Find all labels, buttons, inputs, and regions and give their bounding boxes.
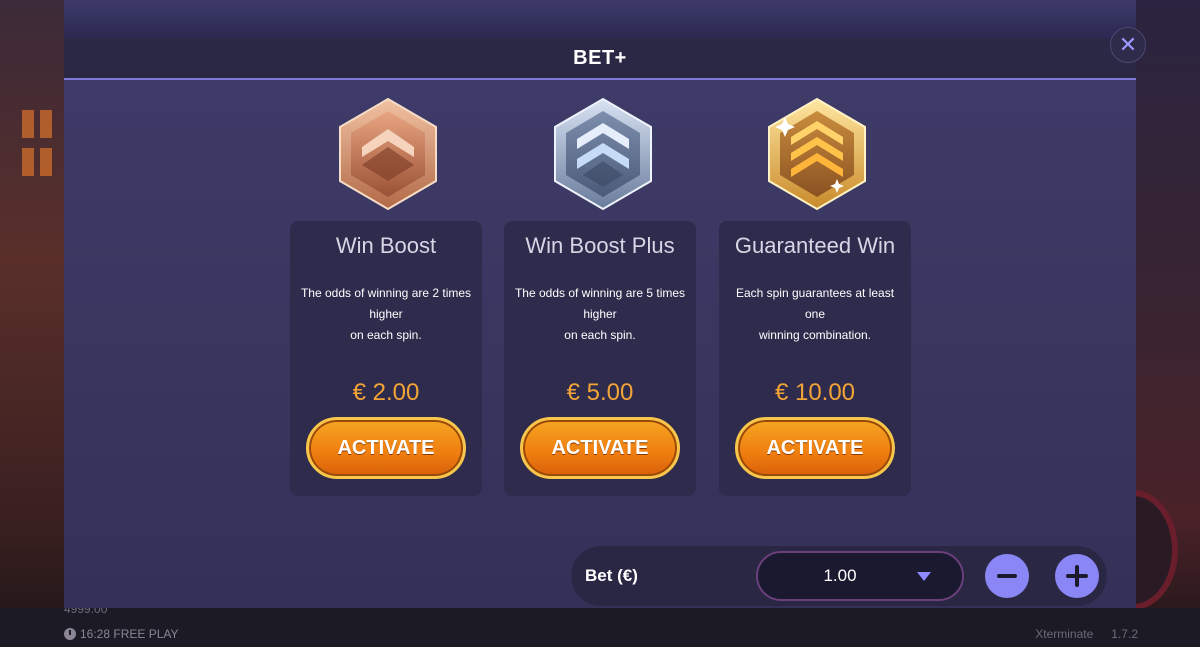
silver-chevron-badge-icon	[554, 97, 652, 211]
footer-bar	[0, 608, 1200, 647]
background-sky	[64, 0, 1136, 40]
option-price: € 2.00	[352, 379, 420, 406]
option-price: € 5.00	[566, 379, 634, 406]
bet-plus-modal: BET+ Win Boost The odds of winning are 2…	[64, 38, 1136, 608]
bet-amount-select[interactable]: 1.00	[756, 551, 964, 601]
background-building-left	[0, 0, 64, 647]
close-icon: ✕	[1118, 32, 1138, 57]
bet-amount-value: 1.00	[823, 566, 857, 585]
bet-label: Bet (€)	[585, 566, 638, 585]
option-description: The odds of winning are 2 times higher o…	[298, 283, 474, 346]
modal-title: BET+	[573, 46, 627, 69]
background-window	[22, 148, 34, 176]
footer-game-info: Xterminate 1.7.2	[1035, 627, 1138, 641]
footer-status: 16:28 FREE PLAY	[64, 627, 179, 641]
background-window	[40, 110, 52, 138]
option-description-line: on each spin.	[350, 328, 422, 342]
background-window	[40, 148, 52, 176]
option-description-line: The odds of winning are 2 times higher	[300, 286, 472, 321]
plus-icon	[1066, 565, 1088, 587]
increase-bet-button[interactable]	[1055, 554, 1099, 598]
option-description-line: winning combination.	[758, 328, 872, 342]
chevron-down-icon	[917, 572, 931, 581]
bronze-chevron-badge-icon	[339, 97, 437, 211]
option-card-win-boost-plus: Win Boost Plus The odds of winning are 5…	[504, 221, 696, 496]
option-title: Guaranteed Win	[734, 233, 896, 258]
background-window	[22, 110, 34, 138]
option-title: Win Boost Plus	[525, 233, 675, 258]
decrease-bet-button[interactable]	[985, 554, 1029, 598]
option-card-win-boost: Win Boost The odds of winning are 2 time…	[290, 221, 482, 496]
footer-game-name: Xterminate	[1035, 627, 1094, 641]
activate-win-boost-button[interactable]: ACTIVATE	[306, 417, 466, 479]
option-description: The odds of winning are 5 times higher o…	[512, 283, 688, 346]
close-button[interactable]: ✕	[1110, 27, 1146, 63]
option-description: Each spin guarantees at least one winnin…	[727, 283, 903, 346]
option-description-line: The odds of winning are 5 times higher	[514, 286, 686, 321]
clock-icon	[64, 628, 76, 640]
option-description-line: Each spin guarantees at least one	[735, 286, 895, 321]
minus-icon	[997, 574, 1017, 578]
activate-guaranteed-win-button[interactable]: ACTIVATE	[735, 417, 895, 479]
footer-time-mode: 16:28 FREE PLAY	[80, 627, 179, 641]
activate-win-boost-plus-button[interactable]: ACTIVATE	[520, 417, 680, 479]
bet-control-bar: Bet (€) 1.00	[571, 546, 1107, 606]
gold-chevron-badge-icon	[768, 97, 866, 211]
option-price: € 10.00	[774, 379, 856, 406]
modal-header: BET+	[64, 38, 1136, 80]
option-card-guaranteed-win: Guaranteed Win Each spin guarantees at l…	[719, 221, 911, 496]
footer-version: 1.7.2	[1111, 627, 1138, 641]
option-title: Win Boost	[335, 233, 437, 258]
option-description-line: on each spin.	[564, 328, 636, 342]
